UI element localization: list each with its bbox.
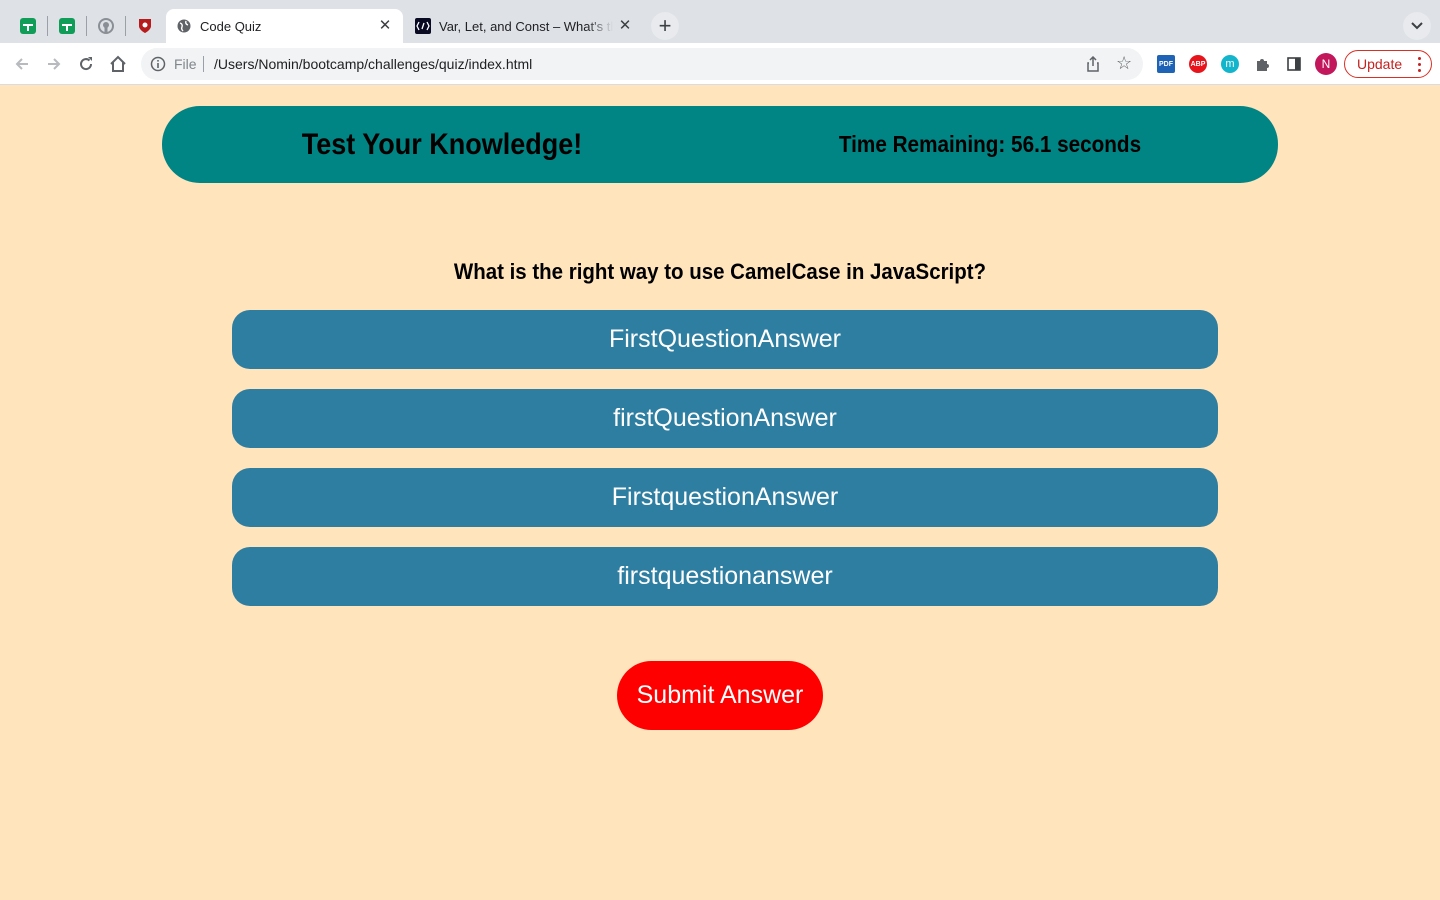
time-remaining: Time Remaining: 56.1 seconds bbox=[838, 131, 1142, 157]
page-title: Test Your Knowledge! bbox=[301, 128, 583, 161]
share-icon[interactable] bbox=[1085, 56, 1101, 72]
forward-button[interactable] bbox=[41, 51, 67, 77]
reload-button[interactable] bbox=[73, 51, 99, 77]
freecodecamp-icon bbox=[415, 18, 431, 34]
tab-title: Var, Let, and Const – What's the Differe… bbox=[439, 18, 613, 34]
extensions-puzzle-icon[interactable] bbox=[1253, 55, 1271, 73]
pinned-tab-shield[interactable] bbox=[126, 10, 164, 42]
m-extension-icon[interactable]: m bbox=[1221, 55, 1239, 73]
profile-avatar[interactable]: N bbox=[1315, 53, 1337, 75]
submit-answer-button[interactable]: Submit Answer bbox=[617, 661, 823, 730]
tab-code-quiz[interactable]: Code Quiz ✕ bbox=[166, 9, 403, 43]
answer-option-2[interactable]: firstQuestionAnswer bbox=[232, 389, 1218, 448]
url-text[interactable]: /Users/Nomin/bootcamp/challenges/quiz/in… bbox=[214, 56, 532, 72]
globe-icon bbox=[176, 18, 192, 34]
google-sheets-icon bbox=[20, 18, 36, 34]
update-label: Update bbox=[1357, 56, 1403, 72]
browser-tab-bar: Code Quiz ✕ Var, Let, and Const – What's… bbox=[0, 0, 1440, 43]
new-tab-button[interactable]: + bbox=[651, 12, 679, 40]
tab-var-let-const[interactable]: Var, Let, and Const – What's the Differe… bbox=[405, 9, 643, 43]
more-menu-icon bbox=[1418, 57, 1421, 72]
home-icon bbox=[110, 55, 126, 72]
close-tab-icon[interactable]: ✕ bbox=[617, 18, 633, 34]
url-scheme: File bbox=[174, 56, 197, 72]
browser-toolbar: File /Users/Nomin/bootcamp/challenges/qu… bbox=[0, 43, 1440, 85]
chevron-down-icon bbox=[1411, 22, 1423, 30]
tab-search-button[interactable] bbox=[1403, 12, 1431, 40]
update-button[interactable]: Update bbox=[1344, 50, 1432, 78]
shield-icon bbox=[137, 18, 153, 34]
side-panel-icon[interactable] bbox=[1285, 55, 1303, 73]
url-divider bbox=[203, 56, 204, 72]
answer-option-1[interactable]: FirstQuestionAnswer bbox=[232, 310, 1218, 369]
back-button[interactable] bbox=[9, 51, 35, 77]
pinned-tab-sheets-2[interactable] bbox=[48, 10, 86, 42]
answer-option-3[interactable]: FirstquestionAnswer bbox=[232, 468, 1218, 527]
arrow-right-icon bbox=[48, 58, 61, 70]
home-button[interactable] bbox=[105, 51, 131, 77]
question-text: What is the right way to use CamelCase i… bbox=[453, 259, 987, 284]
bookmark-star-icon[interactable]: ☆ bbox=[1116, 54, 1132, 72]
info-icon[interactable] bbox=[150, 56, 166, 72]
pdf-extension-icon[interactable]: PDF bbox=[1157, 55, 1175, 73]
github-icon bbox=[98, 18, 114, 34]
pinned-tab-github[interactable] bbox=[87, 10, 125, 42]
answer-option-4[interactable]: firstquestionanswer bbox=[232, 547, 1218, 606]
tab-title: Code Quiz bbox=[200, 18, 262, 34]
quiz-header: Test Your Knowledge! Time Remaining: 56.… bbox=[162, 106, 1278, 183]
google-sheets-icon bbox=[59, 18, 75, 34]
arrow-left-icon bbox=[15, 58, 28, 70]
adblock-plus-icon[interactable]: ABP bbox=[1189, 55, 1207, 73]
address-bar[interactable]: File /Users/Nomin/bootcamp/challenges/qu… bbox=[141, 48, 1143, 80]
close-tab-icon[interactable]: ✕ bbox=[377, 18, 393, 34]
pinned-tab-sheets-1[interactable] bbox=[9, 10, 47, 42]
reload-icon bbox=[80, 57, 93, 71]
